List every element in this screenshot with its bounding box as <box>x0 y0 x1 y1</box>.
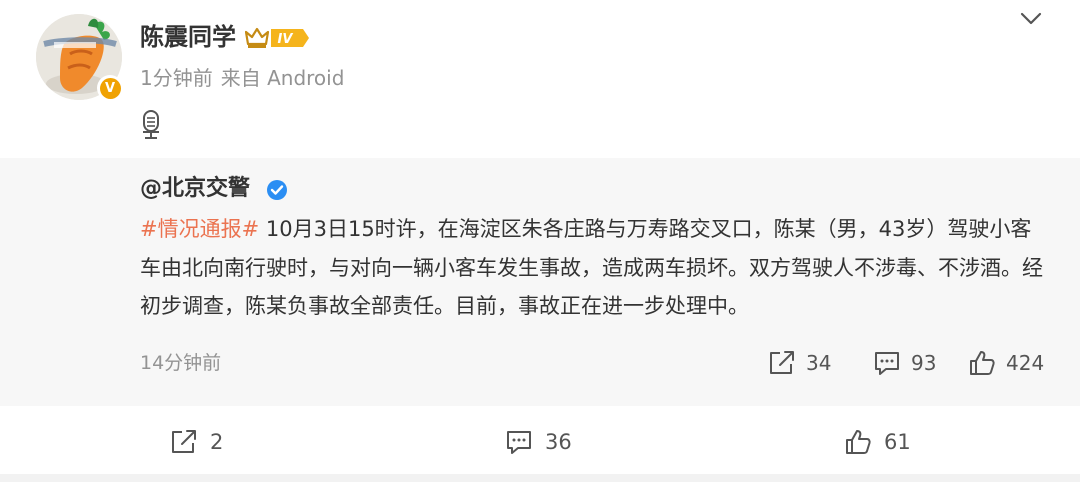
microphone-icon[interactable] <box>140 110 162 140</box>
reposted-post[interactable]: @北京交警 #情况通报# 10月3日15时许，在海淀区朱各庄路与万寿路交叉口，陈… <box>0 158 1080 406</box>
verified-check-icon <box>266 179 288 201</box>
share-count: 2 <box>210 430 224 454</box>
repost-time: 14分钟前 <box>140 352 222 374</box>
post-action-bar: 2 36 61 <box>0 406 1080 482</box>
verified-v-badge-icon: V <box>97 75 123 101</box>
post-time: 1分钟前 <box>140 66 213 90</box>
post-header: V 陈震同学 IV 1分钟前 来自 Android <box>0 0 1080 158</box>
repost-comment-count: 93 <box>911 351 937 375</box>
repost-comment-button[interactable]: 93 <box>873 348 936 378</box>
repost-username[interactable]: @北京交警 <box>140 173 250 205</box>
level-label: IV <box>278 32 294 47</box>
thumbs-up-icon <box>970 351 995 375</box>
repost-share-button[interactable]: 34 <box>768 348 831 378</box>
repost-like-button[interactable]: 424 <box>968 348 1044 378</box>
repost-content: #情况通报# 10月3日15时许，在海淀区朱各庄路与万寿路交叉口，陈某（男，43… <box>140 210 1050 326</box>
post-source: 来自 Android <box>220 66 345 90</box>
repost-like-count: 424 <box>1006 351 1045 375</box>
vip-level-badge[interactable]: IV <box>245 26 311 50</box>
post-meta: 1分钟前 来自 Android <box>140 63 344 93</box>
repost-body: 10月3日15时许，在海淀区朱各庄路与万寿路交叉口，陈某（男，43岁）驾驶小客车… <box>140 217 1043 318</box>
share-icon <box>172 430 196 453</box>
thumbs-up-icon <box>846 430 871 454</box>
chevron-down-icon[interactable] <box>1018 8 1044 28</box>
comment-count: 36 <box>545 430 572 454</box>
share-button[interactable]: 2 <box>170 426 223 458</box>
topic-link[interactable]: #情况通报# <box>140 217 259 241</box>
post-username[interactable]: 陈震同学 <box>140 21 236 53</box>
repost-share-count: 34 <box>806 351 832 375</box>
like-button[interactable]: 61 <box>844 426 911 458</box>
comment-icon <box>875 352 899 375</box>
comment-icon <box>507 431 531 454</box>
card-separator <box>0 474 1080 482</box>
like-count: 61 <box>884 430 911 454</box>
comment-button[interactable]: 36 <box>505 426 572 458</box>
share-icon <box>770 351 794 374</box>
